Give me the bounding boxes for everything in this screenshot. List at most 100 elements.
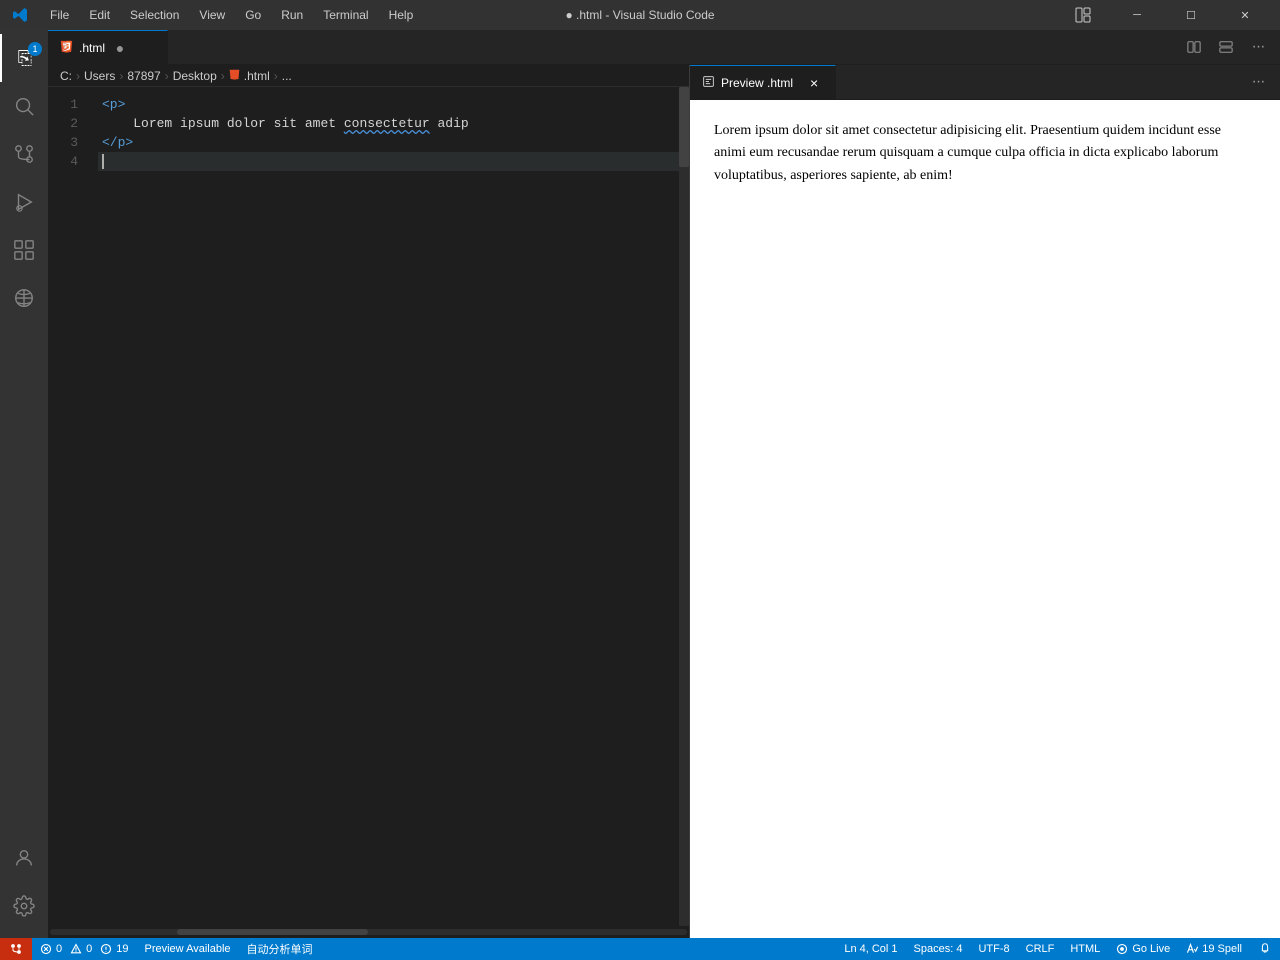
git-branch-status[interactable] [0, 938, 32, 960]
preview-tab-label: Preview .html [721, 76, 793, 90]
line-numbers: 1 2 3 4 [48, 87, 98, 926]
breadcrumb-desktop[interactable]: Desktop [173, 69, 217, 83]
breadcrumb-ellipsis[interactable]: ... [282, 69, 292, 83]
preview-available-status[interactable]: Preview Available [137, 938, 239, 960]
preview-tab[interactable]: Preview .html × [690, 65, 836, 99]
auto-analysis-text: 自动分析单词 [247, 941, 313, 957]
line-ending-status[interactable]: CRLF [1018, 938, 1063, 960]
search-activity-icon[interactable] [0, 82, 48, 130]
html-tab-filename: .html [79, 41, 105, 55]
vertical-scrollbar-thumb[interactable] [679, 87, 689, 167]
horizontal-scrollbar[interactable] [48, 926, 689, 938]
encoding-text: UTF-8 [978, 943, 1009, 955]
language-mode-text: HTML [1070, 943, 1100, 955]
indentation-status[interactable]: Spaces: 4 [906, 938, 971, 960]
window-controls: ─ ☐ ✕ [1060, 0, 1268, 30]
status-bar-right: Ln 4, Col 1 Spaces: 4 UTF-8 CRLF HTML Go… [836, 938, 1280, 960]
minimize-button[interactable]: ─ [1114, 0, 1160, 30]
editor-area: ​ .html ● [48, 30, 1280, 938]
close-button[interactable]: ✕ [1222, 0, 1268, 30]
menu-file[interactable]: File [42, 6, 77, 24]
breadcrumb-html-icon [229, 69, 240, 83]
menu-terminal[interactable]: Terminal [315, 6, 376, 24]
main-area: ⎘ 1 [0, 30, 1280, 938]
breadcrumb-87897[interactable]: 87897 [127, 69, 160, 83]
split-editor-button[interactable] [1180, 33, 1208, 61]
preview-text: Lorem ipsum dolor sit amet consectetur a… [714, 120, 1256, 187]
editor-layout-button[interactable] [1212, 33, 1240, 61]
menu-edit[interactable]: Edit [81, 6, 118, 24]
breadcrumb: C: › Users › 87897 › Desktop › .html › [48, 65, 689, 87]
code-line-1[interactable]: <p> [98, 95, 689, 114]
menu-bar: File Edit Selection View Go Run Terminal… [42, 6, 421, 24]
breadcrumb-html[interactable]: .html [229, 69, 270, 83]
title-bar: File Edit Selection View Go Run Terminal… [0, 0, 1280, 30]
status-bar-left: 0 0 19 Preview Available 自动分析单词 [0, 938, 321, 960]
auto-analysis-status[interactable]: 自动分析单词 [239, 938, 321, 960]
notifications-button[interactable] [1250, 938, 1280, 960]
warning-count: 0 [86, 943, 92, 955]
tab-close-button[interactable]: ● [111, 39, 129, 57]
preview-available-text: Preview Available [145, 943, 231, 955]
maximize-button[interactable]: ☐ [1168, 0, 1214, 30]
vertical-scrollbar[interactable] [679, 87, 689, 926]
text-cursor [102, 154, 104, 169]
menu-go[interactable]: Go [237, 6, 269, 24]
explorer-activity-icon[interactable]: ⎘ 1 [0, 34, 48, 82]
code-line-4[interactable] [98, 152, 689, 171]
encoding-status[interactable]: UTF-8 [970, 938, 1017, 960]
cursor-position-text: Ln 4, Col 1 [844, 943, 897, 955]
indentation-text: Spaces: 4 [914, 943, 963, 955]
editor-tab-bar: ​ .html ● [48, 30, 1280, 65]
explorer-badge: 1 [28, 42, 42, 56]
menu-selection[interactable]: Selection [122, 6, 187, 24]
errors-status[interactable]: 0 0 19 [32, 938, 137, 960]
extensions-activity-icon[interactable] [0, 226, 48, 274]
html-editor-tab[interactable]: ​ .html ● [48, 30, 168, 64]
line-ending-text: CRLF [1026, 943, 1055, 955]
h-scrollbar-thumb[interactable] [177, 929, 368, 935]
code-line-3[interactable]: </p> [98, 133, 689, 152]
title-bar-left: File Edit Selection View Go Run Terminal… [12, 6, 421, 24]
breadcrumb-c[interactable]: C: [60, 69, 72, 83]
code-content-area[interactable]: 1 2 3 4 <p> Lorem ipsum dolor sit amet c… [48, 87, 689, 926]
tag-close-p: </p> [102, 135, 133, 150]
go-live-status[interactable]: Go Live [1108, 938, 1178, 960]
code-lines[interactable]: <p> Lorem ipsum dolor sit amet consectet… [98, 87, 689, 926]
spell-check-status[interactable]: 19 Spell [1178, 938, 1250, 960]
preview-tab-bar: Preview .html × ··· [690, 65, 1280, 100]
code-lorem-1: Lorem ipsum dolor sit amet [133, 116, 344, 131]
html-tab-icon: ​ [60, 40, 73, 56]
language-mode-status[interactable]: HTML [1062, 938, 1108, 960]
remote-explorer-activity-icon[interactable] [0, 274, 48, 322]
menu-help[interactable]: Help [381, 6, 422, 24]
preview-content: Lorem ipsum dolor sit amet consectetur a… [690, 100, 1280, 938]
settings-activity-icon[interactable] [0, 882, 48, 930]
spell-count-text: 19 Spell [1202, 943, 1242, 955]
split-editor-area: C: › Users › 87897 › Desktop › .html › [48, 65, 1280, 938]
more-actions-button[interactable]: ··· [1244, 33, 1272, 61]
breadcrumb-users[interactable]: Users [84, 69, 115, 83]
menu-run[interactable]: Run [273, 6, 311, 24]
preview-more-actions-button[interactable]: ··· [1244, 68, 1272, 96]
code-editor-pane[interactable]: C: › Users › 87897 › Desktop › .html › [48, 65, 690, 938]
code-consectetur: consectetur [344, 116, 430, 131]
line-number-1: 1 [48, 95, 78, 114]
code-line-2[interactable]: Lorem ipsum dolor sit amet consectetur a… [98, 114, 689, 133]
error-count: 0 [56, 943, 62, 955]
preview-tab-close-button[interactable]: × [805, 74, 823, 92]
code-indent [102, 116, 133, 131]
window-title: ● .html - Visual Studio Code [565, 8, 714, 22]
activity-bar: ⎘ 1 [0, 30, 48, 938]
accounts-activity-icon[interactable] [0, 834, 48, 882]
h-scrollbar-track[interactable] [50, 929, 687, 935]
run-debug-activity-icon[interactable] [0, 178, 48, 226]
line-number-3: 3 [48, 133, 78, 152]
activity-bar-bottom [0, 834, 48, 938]
source-control-activity-icon[interactable] [0, 130, 48, 178]
cursor-position-status[interactable]: Ln 4, Col 1 [836, 938, 905, 960]
preview-tab-icon [702, 75, 715, 91]
info-count: 19 [116, 943, 128, 955]
menu-view[interactable]: View [191, 6, 233, 24]
layout-button[interactable] [1060, 0, 1106, 30]
